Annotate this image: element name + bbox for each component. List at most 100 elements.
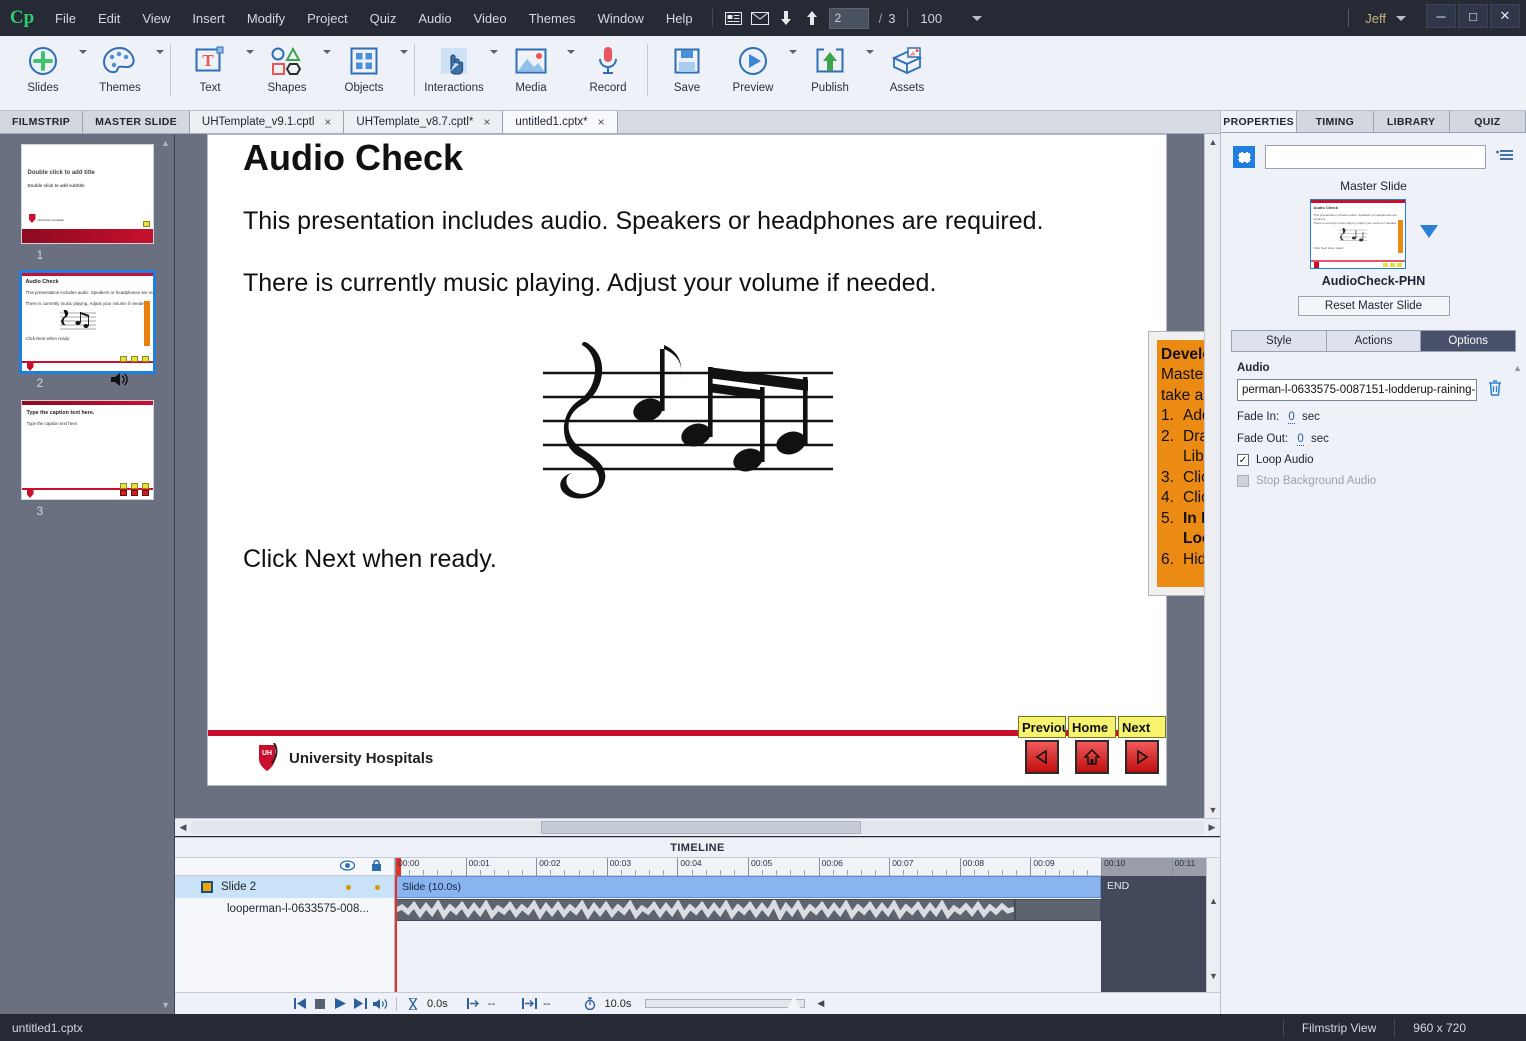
chevron-down-icon[interactable] (1419, 225, 1438, 243)
media-button[interactable]: Media (498, 36, 564, 108)
menu-project[interactable]: Project (296, 0, 358, 36)
properties-scroll-up-icon[interactable]: ▲ (1513, 363, 1522, 373)
slide-paragraph-3[interactable]: Click Next when ready. (243, 545, 497, 574)
current-page-input[interactable]: 2 (828, 7, 869, 29)
loop-audio-row[interactable]: ✓ Loop Audio (1237, 454, 1526, 466)
publish-dropdown-icon[interactable] (866, 50, 874, 54)
slide-thumbnail[interactable]: Type the caption text here. Type the cap… (20, 400, 154, 500)
menu-window[interactable]: Window (587, 0, 655, 36)
timeline-zoom-handle[interactable] (786, 996, 803, 1011)
properties-subtab-style[interactable]: Style (1231, 330, 1326, 352)
shapes-button[interactable]: Shapes (254, 36, 320, 108)
menu-audio[interactable]: Audio (407, 0, 462, 36)
timeline-ruler[interactable]: 00:00 00:01 00:02 00:03 00:04 00:05 00:06 00:07… (395, 858, 1206, 876)
mute-icon[interactable] (370, 994, 390, 1014)
nav-previous[interactable]: Previous (1018, 716, 1066, 774)
properties-tab-properties[interactable]: PROPERTIES (1221, 111, 1298, 132)
zoom-level[interactable]: 100 (920, 11, 942, 26)
timeline-collapse-icon[interactable]: ◀ (817, 998, 824, 1009)
nav-next[interactable]: Next (1118, 716, 1166, 774)
nav-home[interactable]: Home (1068, 716, 1116, 774)
preview-dropdown-icon[interactable] (789, 50, 797, 54)
record-button[interactable]: Record (575, 36, 641, 108)
text-button[interactable]: T Text (177, 36, 243, 108)
slide-canvas-area[interactable]: Audio Check This presentation includes a… (175, 134, 1220, 834)
canvas-scroll-right-icon[interactable]: ▶ (1204, 822, 1220, 833)
timeline-slide-bar[interactable]: Slide (10.0s) (395, 876, 1101, 898)
minimize-button[interactable]: ─ (1426, 4, 1456, 28)
filmstrip-scroll-down-icon[interactable]: ▼ (161, 1000, 170, 1010)
canvas-vertical-scrollbar[interactable]: ▲ ▼ (1204, 134, 1220, 818)
master-slide-thumbnail[interactable]: Audio Check This presentation includes a… (1309, 199, 1406, 269)
menu-insert[interactable]: Insert (181, 0, 236, 36)
properties-subtab-options[interactable]: Options (1420, 330, 1517, 352)
eye-icon[interactable] (339, 858, 356, 876)
close-icon[interactable]: × (598, 115, 605, 129)
audio-file-input[interactable]: perman-l-0633575-0087151-lodderup-rainin… (1237, 379, 1477, 401)
slides-dropdown-icon[interactable] (79, 50, 87, 54)
object-name-input[interactable] (1265, 145, 1486, 169)
hscroll-thumb[interactable] (541, 821, 861, 834)
slides-button[interactable]: Slides (10, 36, 76, 108)
properties-tab-quiz[interactable]: QUIZ (1449, 111, 1526, 132)
trash-icon[interactable] (1487, 379, 1503, 401)
home-icon[interactable] (1075, 740, 1109, 774)
save-button[interactable]: Save (654, 36, 720, 108)
slide-paragraph-1[interactable]: This presentation includes audio. Speake… (243, 207, 1044, 236)
interactions-button[interactable]: Interactions (421, 36, 487, 108)
arrow-down-icon[interactable] (773, 5, 799, 31)
text-dropdown-icon[interactable] (246, 50, 254, 54)
properties-tab-timing[interactable]: TIMING (1297, 111, 1374, 132)
publish-button[interactable]: Publish (797, 36, 863, 108)
close-button[interactable]: ✕ (1490, 4, 1520, 28)
slide-thumbnail[interactable]: Double click to add title Double click t… (20, 144, 154, 244)
tab-master-slide[interactable]: MASTER SLIDE (83, 111, 190, 133)
slide-title[interactable]: Audio Check (243, 137, 463, 179)
slide-notes-icon[interactable] (721, 5, 747, 31)
email-icon[interactable] (747, 5, 773, 31)
timeline-audio-waveform[interactable] (395, 899, 1015, 921)
menu-help[interactable]: Help (655, 0, 704, 36)
fade-in-value[interactable]: 0 (1288, 411, 1295, 424)
filmstrip-slide-3[interactable]: Type the caption text here. Type the cap… (20, 400, 154, 518)
menu-edit[interactable]: Edit (87, 0, 131, 36)
filmstrip-slide-1[interactable]: Double click to add title Double click t… (20, 144, 154, 262)
loop-audio-checkbox[interactable]: ✓ (1237, 454, 1249, 466)
zoom-dropdown-icon[interactable] (972, 15, 983, 21)
close-icon[interactable]: × (483, 115, 490, 129)
canvas-scroll-down-icon[interactable]: ▼ (1205, 802, 1221, 818)
slide-canvas[interactable]: Audio Check This presentation includes a… (207, 134, 1220, 786)
media-dropdown-icon[interactable] (567, 50, 575, 54)
timeline-row-slide[interactable]: Slide 2 (175, 876, 394, 898)
slide-thumbnail[interactable]: Audio Check This presentation includes a… (18, 270, 156, 374)
status-view-mode[interactable]: Filmstrip View (1282, 1018, 1394, 1037)
stop-icon[interactable] (310, 994, 330, 1014)
objects-dropdown-icon[interactable] (400, 50, 408, 54)
filmstrip-scroll-up-icon[interactable]: ▲ (161, 138, 170, 148)
document-tab[interactable]: untitled1.cptx* × (503, 111, 618, 133)
themes-dropdown-icon[interactable] (156, 50, 164, 54)
menu-quiz[interactable]: Quiz (359, 0, 408, 36)
timeline-zoom-slider[interactable] (645, 996, 806, 1011)
menu-video[interactable]: Video (463, 0, 518, 36)
forward-icon[interactable] (350, 994, 370, 1014)
play-icon[interactable] (330, 994, 350, 1014)
rewind-icon[interactable] (290, 994, 310, 1014)
menu-file[interactable]: File (44, 0, 87, 36)
timeline-scroll-up-icon[interactable]: ▲ (1207, 896, 1220, 906)
objects-button[interactable]: Objects (331, 36, 397, 108)
panel-menu-icon[interactable] (1496, 149, 1514, 166)
document-tab[interactable]: UHTemplate_v8.7.cptl* × (344, 111, 504, 133)
close-icon[interactable]: × (324, 115, 331, 129)
timeline-scroll-down-icon[interactable]: ▼ (1207, 971, 1220, 981)
themes-button[interactable]: Themes (87, 36, 153, 108)
user-name[interactable]: Jeff (1365, 11, 1386, 26)
lock-icon[interactable] (371, 858, 382, 876)
reset-master-slide-button[interactable]: Reset Master Slide (1297, 296, 1450, 316)
timeline-audio-tail[interactable] (1015, 899, 1101, 921)
interactions-dropdown-icon[interactable] (490, 50, 498, 54)
row-visibility-toggle[interactable] (346, 884, 351, 890)
arrow-up-icon[interactable] (799, 5, 825, 31)
properties-tab-library[interactable]: LIBRARY (1373, 111, 1450, 132)
properties-subtab-actions[interactable]: Actions (1325, 330, 1421, 352)
